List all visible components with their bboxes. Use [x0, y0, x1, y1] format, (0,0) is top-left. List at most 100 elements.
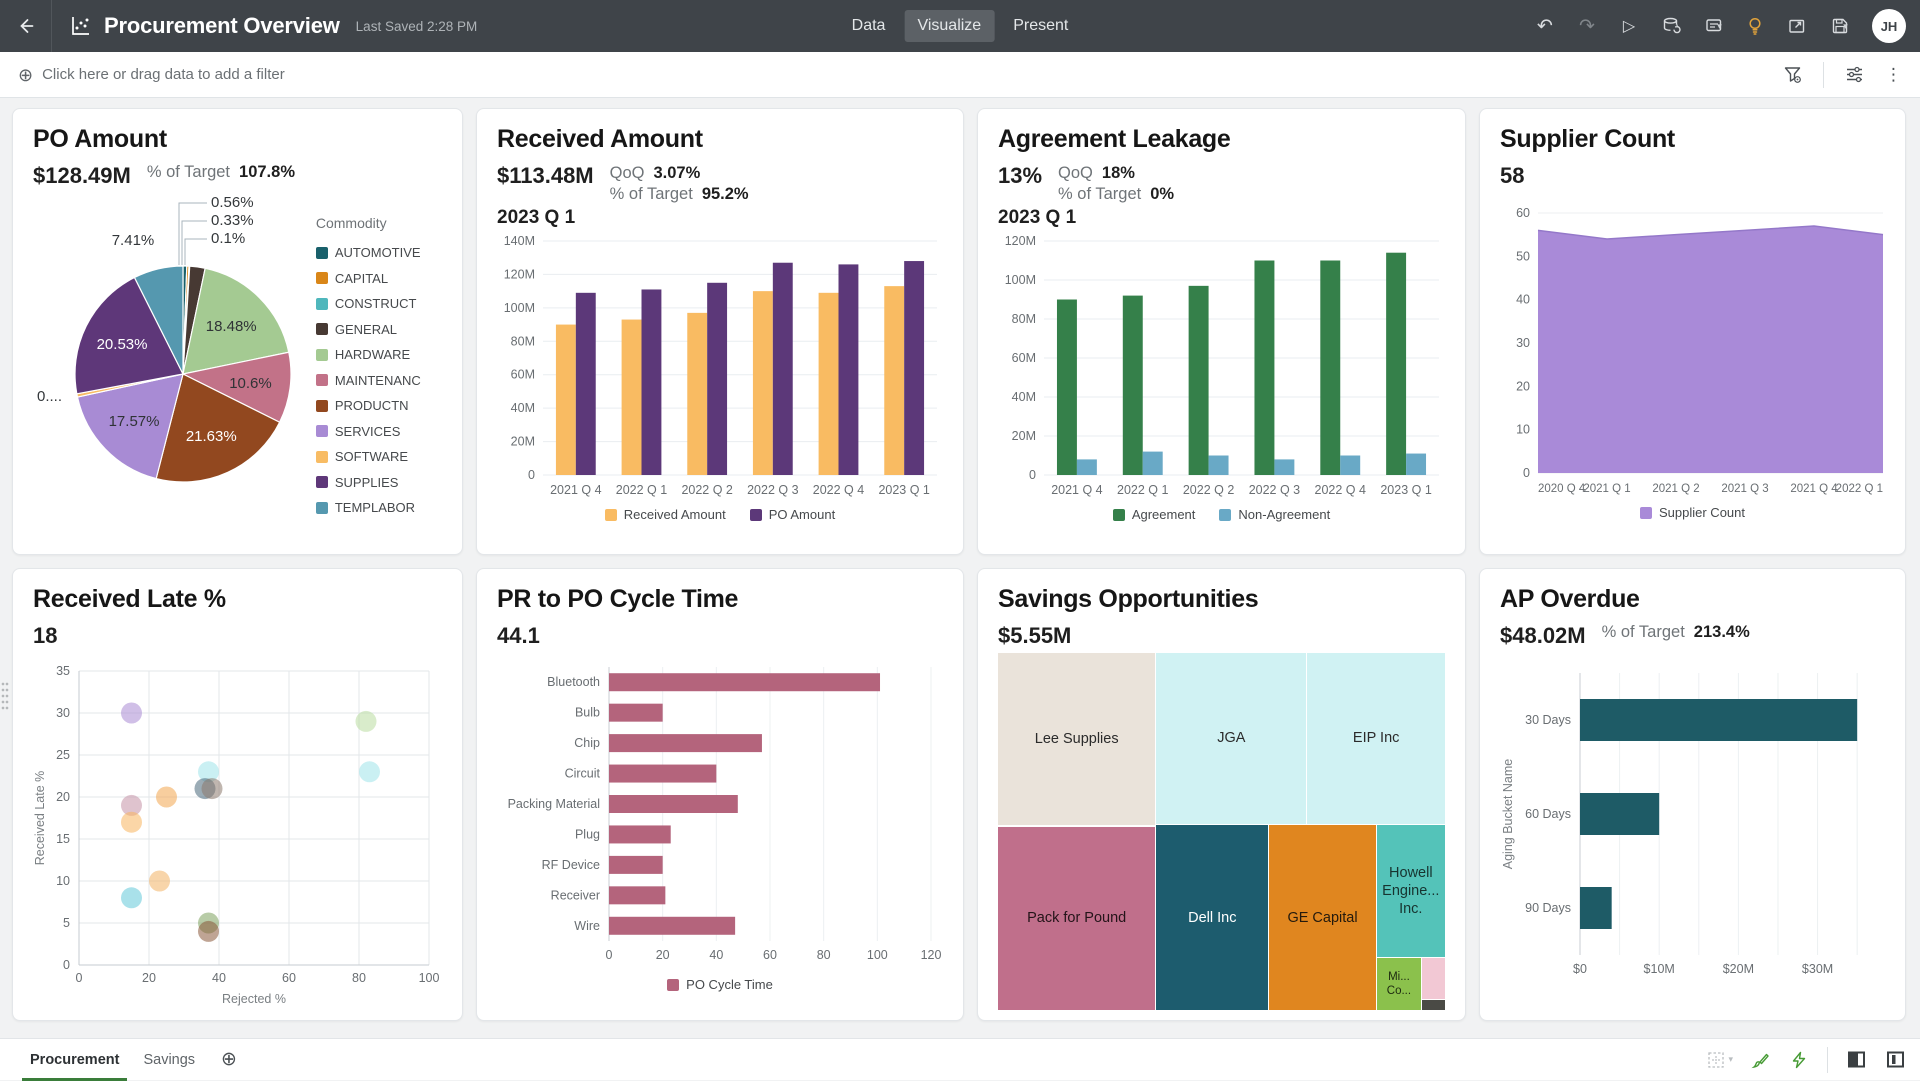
- legend-swatch: [316, 272, 328, 284]
- canvas-drag-handle[interactable]: [1, 681, 9, 711]
- back-button[interactable]: [0, 0, 52, 52]
- save-caret-icon: ▾: [1843, 21, 1848, 32]
- legend-item[interactable]: AUTOMOTIVE: [316, 245, 442, 260]
- svg-text:2022 Q 2: 2022 Q 2: [681, 483, 732, 497]
- treemap-tile-eip-inc[interactable]: EIP Inc: [1307, 653, 1445, 824]
- panel-right-toggle[interactable]: [1885, 1049, 1906, 1070]
- treemap-tile-jga[interactable]: JGA: [1156, 653, 1306, 824]
- legend-item[interactable]: Received Amount: [605, 507, 726, 522]
- legend-item[interactable]: Agreement: [1113, 507, 1196, 522]
- legend-item[interactable]: CAPITAL: [316, 271, 442, 286]
- data-settings-button[interactable]: [1844, 64, 1865, 85]
- po-amount-pie-chart[interactable]: 18.48%10.6%21.63%17.57%0....20.53%7.41%0…: [33, 189, 316, 519]
- tab-present[interactable]: Present: [1000, 10, 1081, 42]
- legend-label: Supplier Count: [1659, 505, 1745, 520]
- svg-text:60: 60: [763, 948, 777, 962]
- legend-item[interactable]: PO Cycle Time: [667, 977, 773, 992]
- comments-button[interactable]: ▾: [1696, 9, 1730, 43]
- svg-text:RF Device: RF Device: [542, 858, 600, 872]
- qoq-value: 3.07%: [654, 164, 701, 183]
- run-button[interactable]: ▷: [1612, 9, 1646, 43]
- received-amount-bar-chart[interactable]: 020M40M60M80M100M120M140M2021 Q 42022 Q …: [497, 231, 945, 501]
- legend-item[interactable]: Non-Agreement: [1219, 507, 1330, 522]
- treemap-tile-pack-for-pound[interactable]: Pack for Pound: [998, 827, 1155, 1010]
- legend-item[interactable]: Supplier Count: [1640, 505, 1745, 520]
- svg-text:$30M: $30M: [1802, 962, 1833, 976]
- svg-text:120M: 120M: [1005, 234, 1036, 248]
- treemap-tile-label: EIP Inc: [1353, 729, 1399, 747]
- agreement-leakage-bar-chart[interactable]: 020M40M60M80M100M120M2021 Q 42022 Q 1202…: [998, 231, 1447, 501]
- tab-visualize[interactable]: Visualize: [904, 10, 994, 42]
- svg-text:Plug: Plug: [575, 827, 600, 841]
- insights-button[interactable]: [1738, 9, 1772, 43]
- canvas-menu-button[interactable]: ⋮: [1885, 65, 1902, 85]
- svg-text:0: 0: [76, 971, 83, 985]
- treemap-tile-mi-co[interactable]: Mi... Co...: [1377, 958, 1422, 1010]
- add-filter-button[interactable]: ⊕ Click here or drag data to add a filte…: [18, 66, 285, 84]
- workbook-chart-icon: [68, 14, 92, 38]
- tab-data[interactable]: Data: [839, 10, 899, 42]
- legend-item[interactable]: SUPPLIES: [316, 475, 442, 490]
- kpi-value: 58: [1500, 163, 1524, 189]
- treemap-tile-ge-capital[interactable]: GE Capital: [1269, 825, 1375, 1010]
- user-avatar[interactable]: JH: [1872, 9, 1906, 43]
- svg-text:30: 30: [56, 706, 70, 720]
- add-canvas-button[interactable]: ⊕: [221, 1048, 237, 1071]
- panel-left-toggle[interactable]: [1846, 1049, 1867, 1070]
- ap-overdue-hbar-chart[interactable]: 30 Days60 Days90 Days$0$10M$20M$30MAging…: [1500, 657, 1885, 997]
- canvas-layout-caret-icon: ▾: [1728, 1054, 1733, 1065]
- svg-text:10.6%: 10.6%: [229, 375, 272, 392]
- pr-po-cycle-hbar-chart[interactable]: BluetoothBulbChipCircuitPacking Material…: [497, 659, 945, 971]
- legend-item[interactable]: MAINTENANC: [316, 373, 442, 388]
- svg-text:$10M: $10M: [1644, 962, 1675, 976]
- legend-swatch: [316, 400, 328, 412]
- redo-button[interactable]: ↷: [1570, 9, 1604, 43]
- card-title: Savings Opportunities: [998, 585, 1445, 614]
- bottom-bar: ProcurementSavings ⊕ ▾: [0, 1038, 1920, 1080]
- svg-text:2022 Q 1: 2022 Q 1: [1836, 483, 1883, 495]
- legend-item[interactable]: PO Amount: [750, 507, 835, 522]
- export-button[interactable]: [1780, 9, 1814, 43]
- svg-text:15: 15: [56, 832, 70, 846]
- canvas-tab-procurement[interactable]: Procurement: [18, 1039, 131, 1081]
- save-button[interactable]: ▾: [1822, 9, 1856, 43]
- auto-apply-button[interactable]: [1789, 1050, 1809, 1070]
- card-ap-overdue: AP Overdue $48.02M % of Target 213.4% 30…: [1479, 568, 1906, 1021]
- svg-text:25: 25: [56, 748, 70, 762]
- savings-treemap-chart[interactable]: Lee SuppliesJGA EIP Inc Pack for PoundDell…: [998, 653, 1445, 1010]
- svg-text:Receiver: Receiver: [551, 888, 600, 902]
- canvas-layout-button[interactable]: ▾: [1706, 1050, 1733, 1070]
- received-late-scatter-chart[interactable]: 02040608010005101520253035Rejected %Rece…: [33, 661, 441, 1009]
- svg-text:120M: 120M: [504, 267, 535, 281]
- treemap-tile-howell-engine-inc[interactable]: Howell Engine... Inc.: [1377, 825, 1445, 956]
- paintbrush-icon: [1751, 1050, 1771, 1070]
- svg-text:2021 Q 4: 2021 Q 4: [1051, 483, 1102, 497]
- svg-text:2022 Q 4: 2022 Q 4: [1315, 483, 1366, 497]
- treemap-tile[interactable]: [1422, 1000, 1445, 1010]
- svg-text:60 Days: 60 Days: [1525, 807, 1571, 821]
- svg-text:2021 Q 4: 2021 Q 4: [1790, 483, 1838, 495]
- legend-item[interactable]: TEMPLABOR: [316, 500, 442, 515]
- svg-text:7.41%: 7.41%: [112, 232, 155, 249]
- legend-item[interactable]: SERVICES: [316, 424, 442, 439]
- legend-item[interactable]: SOFTWARE: [316, 449, 442, 464]
- treemap-tile[interactable]: [1422, 958, 1445, 999]
- svg-text:100: 100: [867, 948, 888, 962]
- treemap-tile-dell-inc[interactable]: Dell Inc: [1156, 825, 1268, 1010]
- legend-item[interactable]: GENERAL: [316, 322, 442, 337]
- legend-item[interactable]: CONSTRUCT: [316, 296, 442, 311]
- svg-text:40M: 40M: [511, 401, 535, 415]
- filter-settings-button[interactable]: [1782, 64, 1803, 85]
- canvas-style-button[interactable]: [1751, 1050, 1771, 1070]
- refresh-data-button[interactable]: [1654, 9, 1688, 43]
- supplier-count-area-chart[interactable]: 01020304050602020 Q 42021 Q 12021 Q 2202…: [1500, 203, 1887, 499]
- canvas-tab-savings[interactable]: Savings: [131, 1039, 207, 1081]
- legend-item[interactable]: PRODUCTN: [316, 398, 442, 413]
- treemap-tile-label: Mi... Co...: [1380, 970, 1419, 999]
- legend-label: HARDWARE: [335, 347, 410, 362]
- undo-button[interactable]: ↶: [1528, 9, 1562, 43]
- legend-item[interactable]: HARDWARE: [316, 347, 442, 362]
- treemap-tile-lee-supplies[interactable]: Lee Supplies: [998, 653, 1155, 825]
- treemap-tile-label: Howell Engine... Inc.: [1380, 864, 1442, 918]
- legend-label: PO Amount: [769, 507, 835, 522]
